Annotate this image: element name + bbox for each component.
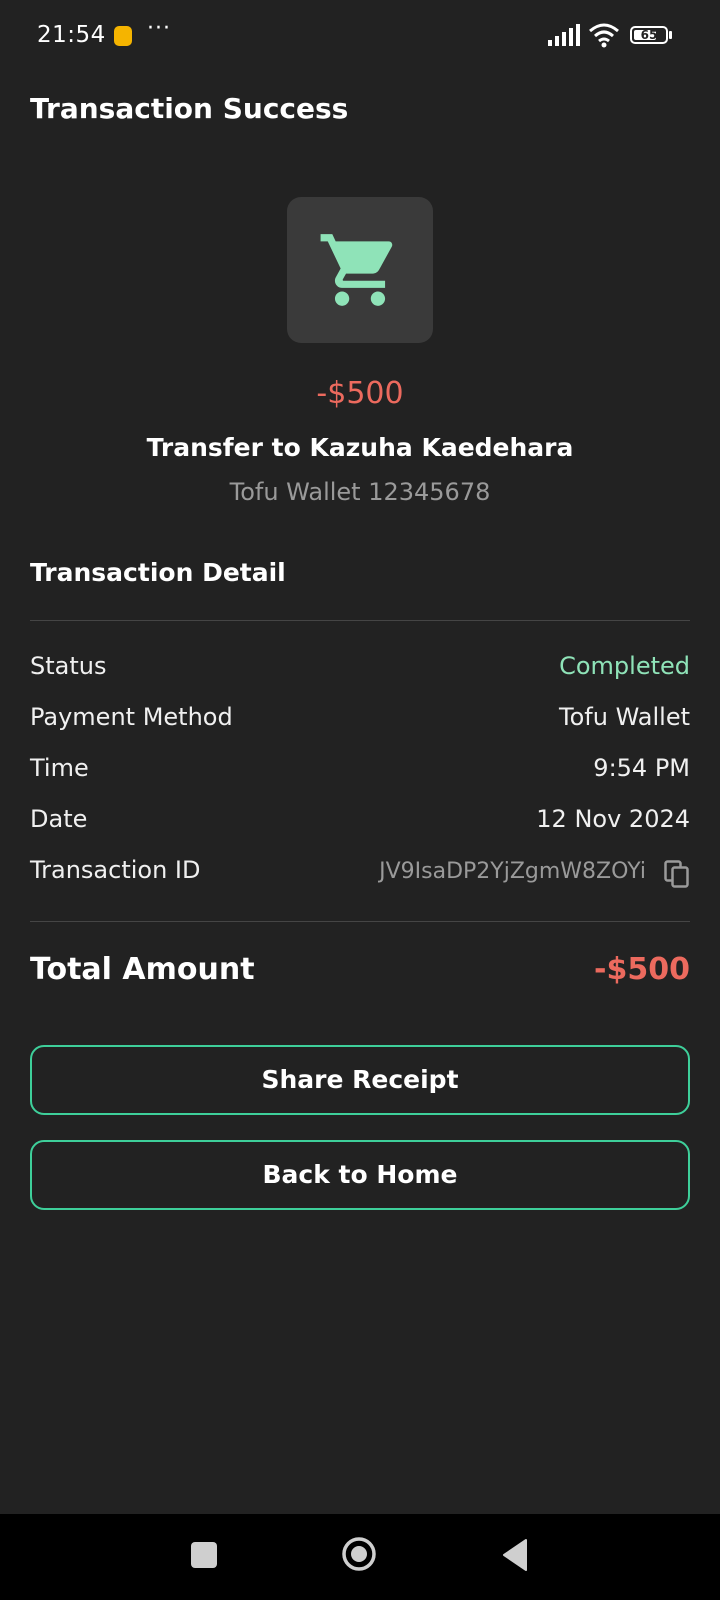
transaction-id-value: JV9IsaDP2YjZgmW8ZOYi	[379, 859, 646, 884]
status-time: 21:54	[37, 22, 106, 48]
detail-row-date: Date 12 Nov 2024	[30, 805, 690, 841]
shopping-cart-icon	[320, 234, 393, 306]
status-value: Completed	[559, 652, 690, 680]
detail-row-status: Status Completed	[30, 652, 690, 688]
copy-icon[interactable]	[664, 860, 690, 888]
system-navigation-bar	[0, 1514, 720, 1600]
detail-label: Time	[30, 754, 89, 782]
section-title-detail: Transaction Detail	[30, 558, 286, 587]
app-notification-icon	[114, 26, 132, 46]
transfer-account: Tofu Wallet 12345678	[229, 478, 491, 506]
detail-label: Payment Method	[30, 703, 233, 731]
recent-apps-icon[interactable]	[191, 1542, 217, 1568]
divider	[30, 620, 690, 621]
signal-icon	[548, 24, 580, 46]
share-receipt-button[interactable]: Share Receipt	[30, 1045, 690, 1115]
wifi-icon	[589, 23, 619, 48]
total-amount-label: Total Amount	[30, 952, 255, 987]
total-amount-value: -$500	[594, 952, 690, 987]
detail-label: Transaction ID	[30, 856, 201, 884]
detail-value: Tofu Wallet	[559, 703, 690, 731]
detail-row-transaction-id: Transaction ID JV9IsaDP2YjZgmW8ZOYi	[30, 856, 690, 892]
detail-row-payment-method: Payment Method Tofu Wallet	[30, 703, 690, 739]
detail-value: 9:54 PM	[593, 754, 690, 782]
battery-level: 65	[640, 28, 658, 42]
transaction-icon-tile	[287, 197, 433, 343]
detail-label: Status	[30, 652, 107, 680]
status-bar: 21:54 ··· 65	[0, 0, 720, 72]
transfer-title: Transfer to Kazuha Kaedehara	[146, 433, 574, 462]
more-notifications-icon: ···	[147, 16, 171, 41]
back-to-home-button[interactable]: Back to Home	[30, 1140, 690, 1210]
detail-row-time: Time 9:54 PM	[30, 754, 690, 790]
home-icon[interactable]	[341, 1536, 377, 1572]
transaction-amount: -$500	[316, 376, 404, 411]
detail-value: 12 Nov 2024	[536, 805, 690, 833]
divider	[30, 921, 690, 922]
detail-label: Date	[30, 805, 88, 833]
back-icon[interactable]	[500, 1538, 530, 1572]
page-title: Transaction Success	[30, 92, 349, 125]
battery-icon: 65	[630, 26, 674, 46]
